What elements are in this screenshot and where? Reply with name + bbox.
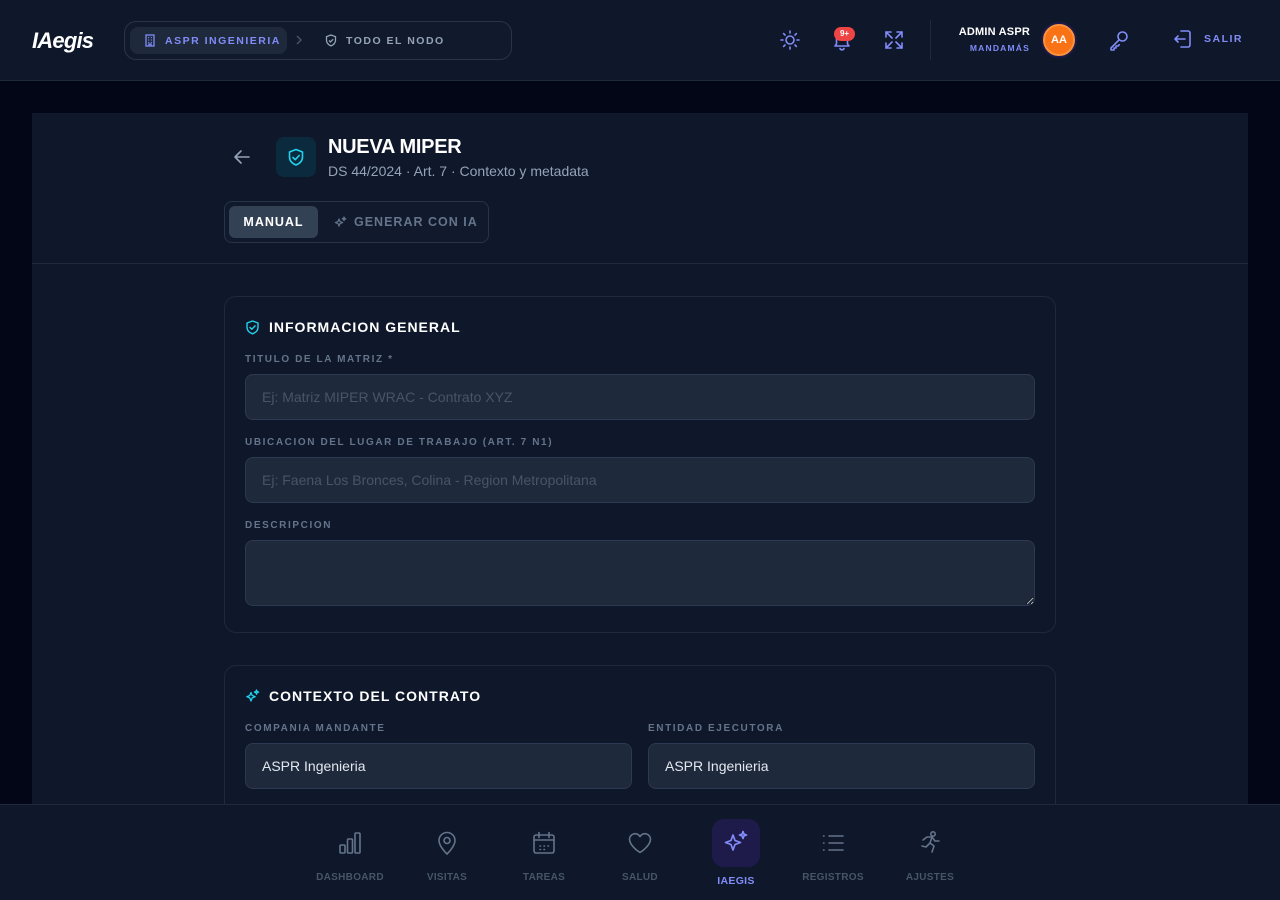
breadcrumb: ASPR INGENIERIA TODO EL NODO [124,21,512,60]
nav-item-registros[interactable]: REGISTROS [793,819,873,889]
sun-icon[interactable] [779,29,801,51]
breadcrumb-scope[interactable]: TODO EL NODO [325,27,445,54]
nav-label: REGISTROS [802,872,864,883]
nav-item-ajustes[interactable]: AJUSTES [890,819,970,889]
bottom-nav: DASHBOARD VISITAS TAREAS SALUD IAEGIS RE… [0,804,1280,900]
mandante-label: COMPANIA MANDANTE [245,723,386,734]
key-icon[interactable] [1107,28,1129,51]
map-pin-icon [423,819,471,867]
sparkles-icon [245,688,260,704]
description-label: DESCRIPCION [245,520,333,531]
logout-label: SALIR [1204,33,1243,45]
sparkles-icon [334,215,347,229]
nav-item-iaegis[interactable]: IAEGIS [696,819,776,889]
breadcrumb-scope-label: TODO EL NODO [346,34,445,47]
shield-icon [325,34,337,47]
nav-label: TAREAS [522,872,566,883]
chevron-right-icon [295,34,303,46]
nav-label: VISITAS [426,872,468,883]
page-header: NUEVA MIPER DS 44/2024 · Art. 7 · Contex… [32,113,1248,264]
mode-toggle: MANUAL GENERAR CON IA [224,201,489,243]
nav-item-dashboard[interactable]: DASHBOARD [310,819,390,889]
matrix-title-input[interactable] [245,374,1035,420]
matrix-title-label: TITULO DE LA MATRIZ * [245,354,394,365]
location-label: UBICACION DEL LUGAR DE TRABAJO (ART. 7 N… [245,437,554,448]
breadcrumb-company-label: ASPR INGENIERIA [165,34,281,47]
page-title: NUEVA MIPER [328,136,462,158]
nav-label: SALUD [622,872,658,883]
heart-icon [616,819,664,867]
user-name: ADMIN ASPR [958,26,1030,38]
description-textarea[interactable] [245,540,1035,606]
fullscreen-icon[interactable] [883,29,905,51]
avatar[interactable]: AA [1043,24,1075,56]
mandante-input[interactable] [245,743,632,789]
notification-badge: 9+ [834,27,855,41]
breadcrumb-company[interactable]: ASPR INGENIERIA [130,27,287,54]
calendar-icon [520,819,568,867]
sparkles-icon [712,819,760,867]
shield-check-icon [245,319,260,335]
building-icon [144,34,156,47]
nav-label: DASHBOARD [316,872,384,883]
location-input[interactable] [245,457,1035,503]
header-divider [930,20,931,60]
list-icon [809,819,857,867]
runner-icon [906,819,954,867]
back-arrow-icon[interactable] [232,147,252,167]
bar-chart-icon [326,819,374,867]
shield-check-icon [276,137,316,177]
app-logo[interactable]: IAegis [32,27,94,55]
ejecutora-label: ENTIDAD EJECUTORA [648,723,784,734]
general-info-title: INFORMACION GENERAL [269,319,461,335]
user-role: MANDAMÁS [969,43,1030,53]
main-panel: NUEVA MIPER DS 44/2024 · Art. 7 · Contex… [32,113,1248,845]
top-header: IAegis ASPR INGENIERIA TODO EL NODO 9+ A… [0,0,1280,81]
ejecutora-input[interactable] [648,743,1035,789]
mode-ai-button[interactable]: GENERAR CON IA [334,206,478,238]
general-info-card: INFORMACION GENERAL TITULO DE LA MATRIZ … [224,296,1056,633]
general-info-heading: INFORMACION GENERAL [245,319,461,335]
logout-icon [1172,28,1194,50]
mode-manual-button[interactable]: MANUAL [229,206,318,238]
mode-ai-label: GENERAR CON IA [354,215,478,229]
nav-item-tareas[interactable]: TAREAS [504,819,584,889]
nav-item-salud[interactable]: SALUD [600,819,680,889]
contract-context-title: CONTEXTO DEL CONTRATO [269,688,482,704]
page-subtitle: DS 44/2024 · Art. 7 · Contexto y metadat… [328,163,589,179]
nav-item-visitas[interactable]: VISITAS [407,819,487,889]
nav-label: IAEGIS [717,875,755,887]
nav-label: AJUSTES [905,872,955,883]
logout-button[interactable]: SALIR [1172,28,1243,50]
contract-context-heading: CONTEXTO DEL CONTRATO [245,688,481,704]
